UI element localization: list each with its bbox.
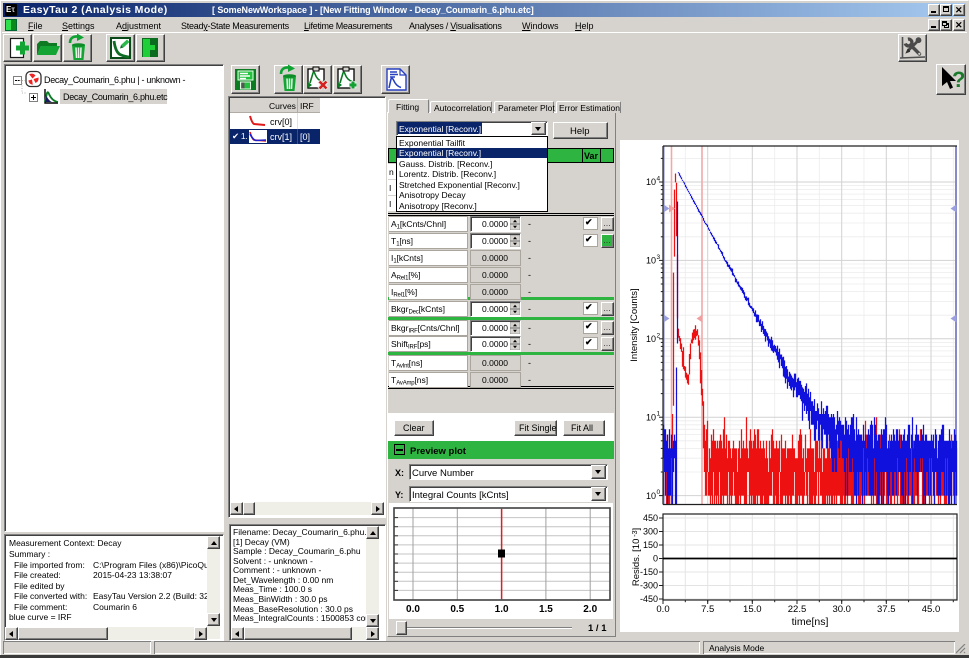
svg-text:37.5: 37.5 [877, 604, 896, 615]
svg-text:0.0: 0.0 [406, 604, 420, 615]
svg-text:10: 10 [646, 491, 656, 501]
svg-text:0.0: 0.0 [656, 604, 669, 615]
svg-text:0: 0 [657, 489, 661, 496]
svg-text:0: 0 [653, 554, 658, 564]
svg-text:30.0: 30.0 [832, 604, 851, 615]
svg-text:10: 10 [646, 177, 656, 187]
svg-text:45.0: 45.0 [922, 604, 941, 615]
svg-text:Intensity [Counts]: Intensity [Counts] [629, 288, 640, 361]
svg-text:1.0: 1.0 [495, 604, 509, 615]
svg-text:4: 4 [657, 176, 661, 183]
svg-text:2.0: 2.0 [583, 604, 597, 615]
svg-text:10: 10 [646, 256, 656, 266]
svg-text:0.5: 0.5 [450, 604, 464, 615]
svg-text:10: 10 [646, 412, 656, 422]
svg-text:10: 10 [646, 334, 656, 344]
svg-text:-450: -450 [640, 594, 658, 604]
svg-text:1.5: 1.5 [539, 604, 553, 615]
svg-text:450: 450 [643, 513, 658, 523]
svg-text:7.5: 7.5 [701, 604, 714, 615]
svg-text:?: ? [952, 67, 965, 92]
svg-text:2: 2 [657, 332, 661, 339]
svg-text:time[ns]: time[ns] [792, 616, 829, 628]
svg-text:22.5: 22.5 [788, 604, 807, 615]
svg-text:300: 300 [643, 527, 658, 537]
svg-text:3: 3 [657, 254, 661, 261]
svg-text:-300: -300 [640, 581, 658, 591]
svg-text:15.0: 15.0 [743, 604, 762, 615]
svg-text:1: 1 [657, 411, 661, 418]
svg-text:150: 150 [643, 540, 658, 550]
svg-text:-150: -150 [640, 567, 658, 577]
